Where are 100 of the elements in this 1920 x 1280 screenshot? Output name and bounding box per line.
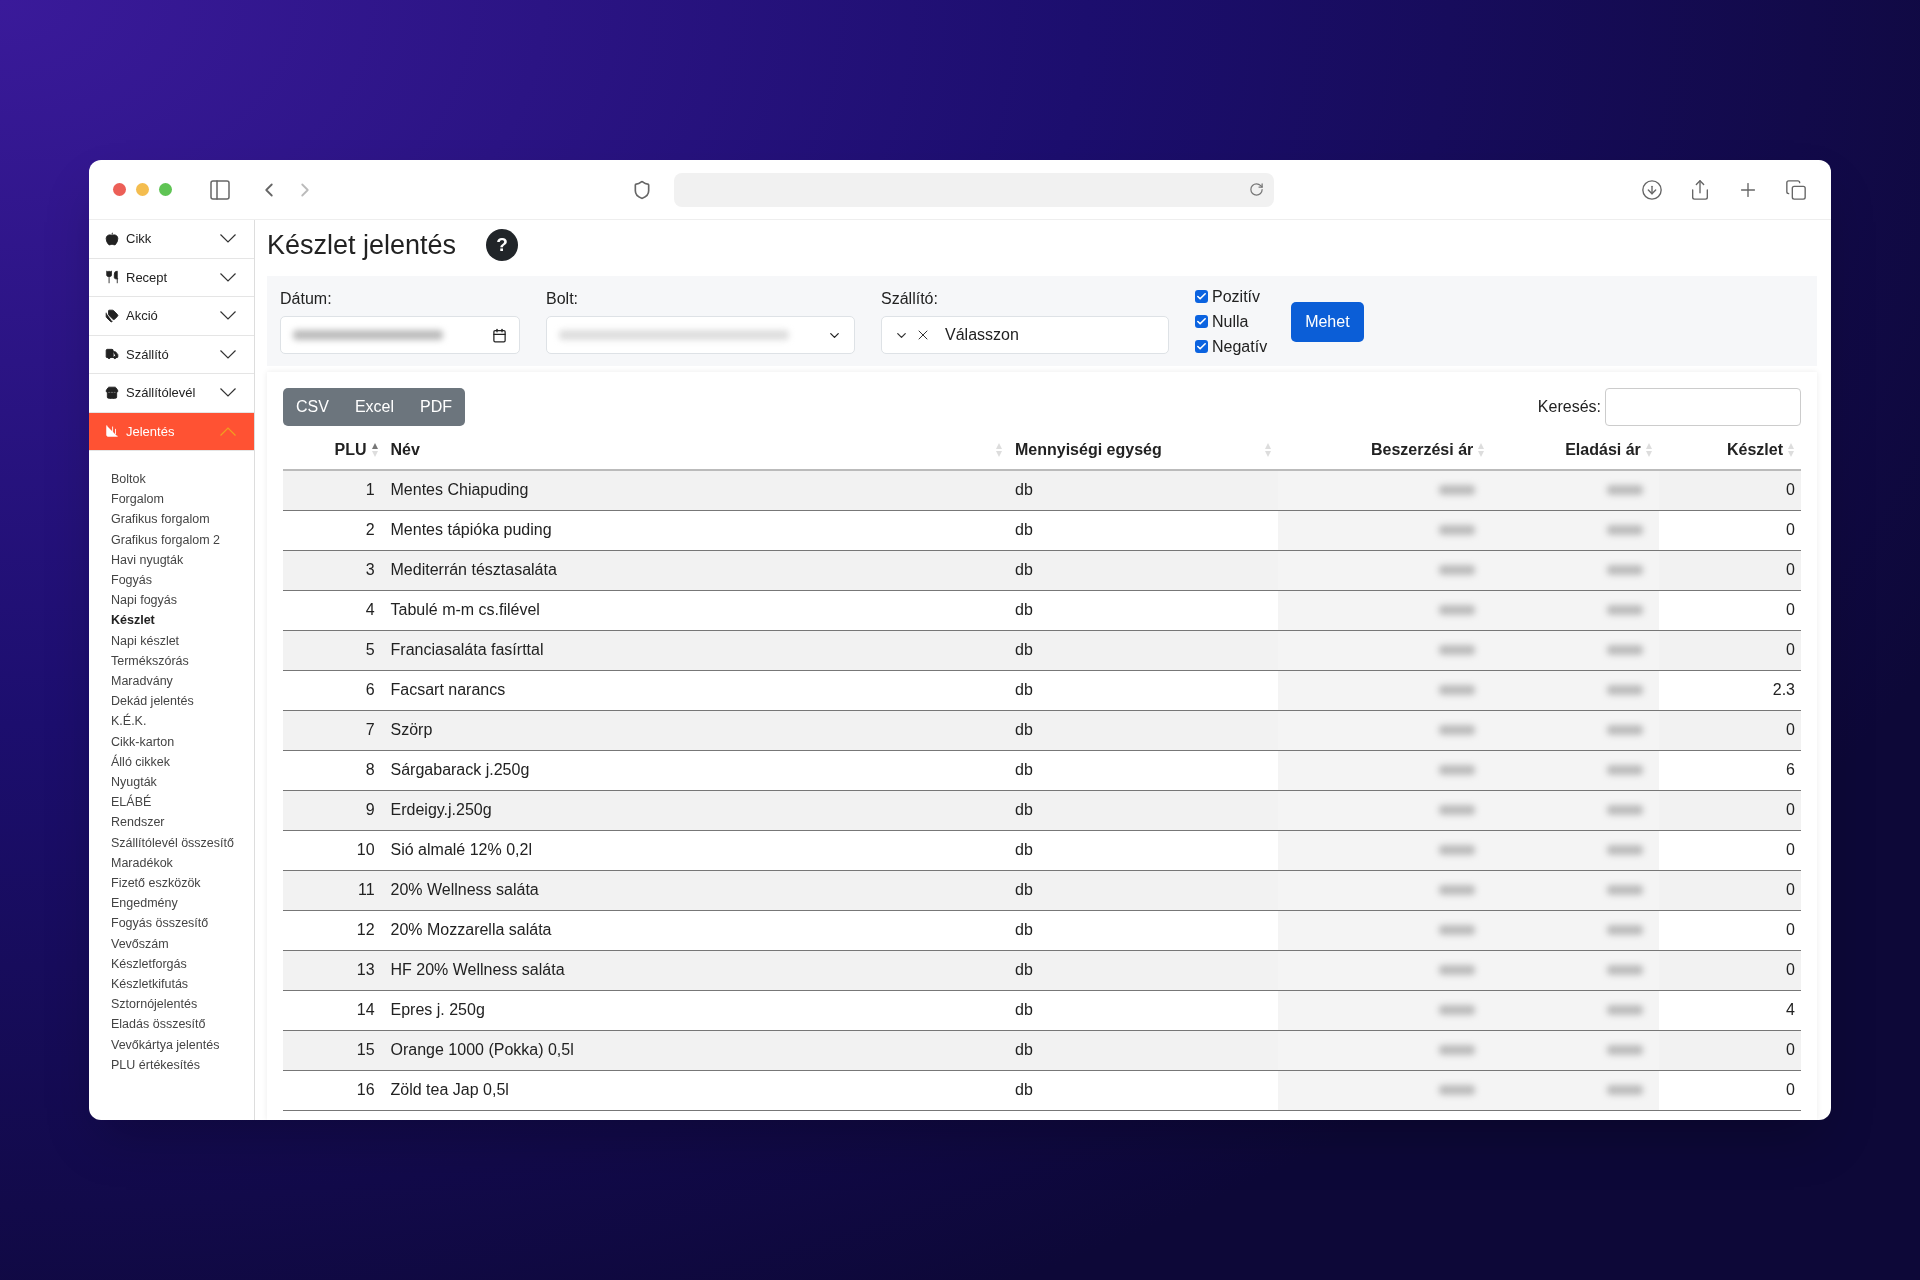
blurred-value (1439, 885, 1476, 895)
checkbox[interactable] (1195, 340, 1208, 353)
plu-cell: 15 (283, 1030, 385, 1070)
report-link[interactable]: Fogyás összesítő (111, 913, 248, 934)
column-header[interactable]: PLU (283, 430, 385, 470)
calendar-icon[interactable] (492, 327, 507, 343)
stock-cell: 0 (1658, 910, 1801, 950)
minimize-window-button[interactable] (136, 183, 149, 196)
column-header[interactable]: Mennyiségi egység (1009, 430, 1279, 470)
sidebar-section[interactable]: Recept (89, 258, 254, 297)
name-cell: Sárgabarack j.250g (384, 750, 1009, 790)
report-link[interactable]: Sztornójelentés (111, 994, 248, 1015)
report-link[interactable]: Boltok (111, 469, 248, 490)
sidebar-toggle-icon[interactable] (208, 177, 232, 202)
column-header[interactable]: Készlet (1658, 430, 1801, 470)
report-link[interactable]: Nyugták (111, 772, 248, 793)
report-link[interactable]: Vevőkártya jelentés (111, 1034, 248, 1055)
blurred-value (1606, 765, 1643, 775)
report-link[interactable]: Készletkifutás (111, 974, 248, 995)
unit-cell: db (1009, 830, 1279, 870)
section-icon (105, 347, 119, 362)
chevron-down-icon (220, 234, 236, 244)
submit-button[interactable]: Mehet (1291, 302, 1364, 342)
chevron-down-icon (220, 349, 236, 359)
report-link[interactable]: Fizető eszközök (111, 873, 248, 894)
column-header[interactable]: Beszerzési ár (1278, 430, 1492, 470)
report-link[interactable]: Engedmény (111, 893, 248, 914)
report-link[interactable]: Rendszer (111, 812, 248, 833)
sidebar-section[interactable]: Szállító (89, 335, 254, 374)
blurred-value (1606, 1005, 1643, 1015)
report-link[interactable]: Készlet (111, 610, 248, 631)
stock-cell: 0 (1658, 630, 1801, 670)
blurred-value (1439, 685, 1476, 695)
report-link[interactable]: K.É.K. (111, 711, 248, 732)
report-link[interactable]: Grafikus forgalom (111, 509, 248, 530)
search-field[interactable] (1605, 388, 1801, 426)
date-field[interactable] (280, 316, 520, 354)
name-cell: Szörp (384, 710, 1009, 750)
checkbox[interactable] (1195, 315, 1208, 328)
section-icon (105, 231, 119, 246)
unit-cell: db (1009, 1070, 1279, 1110)
column-header[interactable]: Eladási ár (1491, 430, 1659, 470)
blurred-value (1439, 965, 1476, 975)
name-cell: Facsart narancs (384, 670, 1009, 710)
report-link[interactable]: Fogyás (111, 570, 248, 591)
name-cell: Orange 1000 (Pokka) 0,5l (384, 1030, 1009, 1070)
stock-cell: 2.3 (1658, 670, 1801, 710)
chevron-down-icon (220, 388, 236, 398)
name-cell: Tabulé m-m cs.filével (384, 590, 1009, 630)
blurred-value (1439, 725, 1476, 735)
sidebar-section[interactable]: Cikk (89, 220, 254, 259)
blurred-value (1606, 805, 1643, 815)
report-link[interactable]: Vevőszám (111, 933, 248, 954)
checkbox[interactable] (1195, 290, 1208, 303)
report-link[interactable]: Havi nyugták (111, 549, 248, 570)
report-link[interactable]: ELÁBÉ (111, 792, 248, 813)
report-link[interactable]: Grafikus forgalom 2 (111, 529, 248, 550)
report-link[interactable]: Forgalom (111, 489, 248, 510)
sidebar-section[interactable]: Szállítólevél (89, 374, 254, 413)
plu-cell: 11 (283, 870, 385, 910)
name-cell: HF 20% Wellness saláta (384, 950, 1009, 990)
report-link[interactable]: Maradékok (111, 852, 248, 874)
report-link[interactable]: Készletforgás (111, 953, 248, 975)
report-link[interactable]: Dekád jelentés (111, 691, 248, 712)
supplier-select[interactable]: Válasszon (881, 316, 1169, 354)
report-link[interactable]: Álló cikkek (111, 751, 248, 773)
reload-icon[interactable] (1249, 182, 1264, 197)
name-cell: Sió almalé 12% 0,2l (384, 830, 1009, 870)
stock-cell: 6 (1658, 750, 1801, 790)
report-link[interactable]: PLU értékesítés (111, 1054, 248, 1076)
tabs-overview-icon[interactable] (1785, 178, 1807, 201)
report-link[interactable]: Eladás összesítő (111, 1014, 248, 1035)
shop-label: Bolt: (546, 289, 579, 309)
report-link[interactable]: Maradvány (111, 671, 248, 692)
section-label: Recept (126, 268, 169, 287)
blurred-value (1439, 525, 1476, 535)
blurred-value (1439, 645, 1476, 655)
report-link[interactable]: Napi készlet (111, 630, 248, 651)
sidebar-section[interactable]: Akció (89, 297, 254, 336)
shield-icon[interactable] (632, 179, 652, 200)
close-window-button[interactable] (113, 183, 126, 196)
report-link[interactable]: Termékszórás (111, 650, 248, 672)
blurred-value (1606, 485, 1643, 496)
section-icon (105, 270, 119, 285)
zoom-window-button[interactable] (159, 183, 172, 196)
export-button[interactable]: CSV (283, 388, 342, 426)
unit-cell: db (1009, 670, 1279, 710)
download-icon[interactable] (1641, 178, 1663, 201)
sort-icon[interactable] (370, 441, 379, 458)
stock-cell: 0 (1658, 590, 1801, 630)
report-link[interactable]: Szállítólevél összesítő (111, 832, 248, 853)
export-button[interactable]: Excel (341, 388, 408, 426)
share-icon[interactable] (1689, 178, 1711, 201)
blurred-value (1439, 565, 1476, 575)
column-header[interactable]: Név (384, 430, 1009, 470)
export-button[interactable]: PDF (407, 388, 466, 426)
report-link[interactable]: Napi fogyás (111, 590, 248, 611)
section-icon (105, 385, 119, 400)
help-button[interactable]: ? (486, 229, 519, 261)
report-link[interactable]: Cikk-karton (111, 731, 248, 752)
